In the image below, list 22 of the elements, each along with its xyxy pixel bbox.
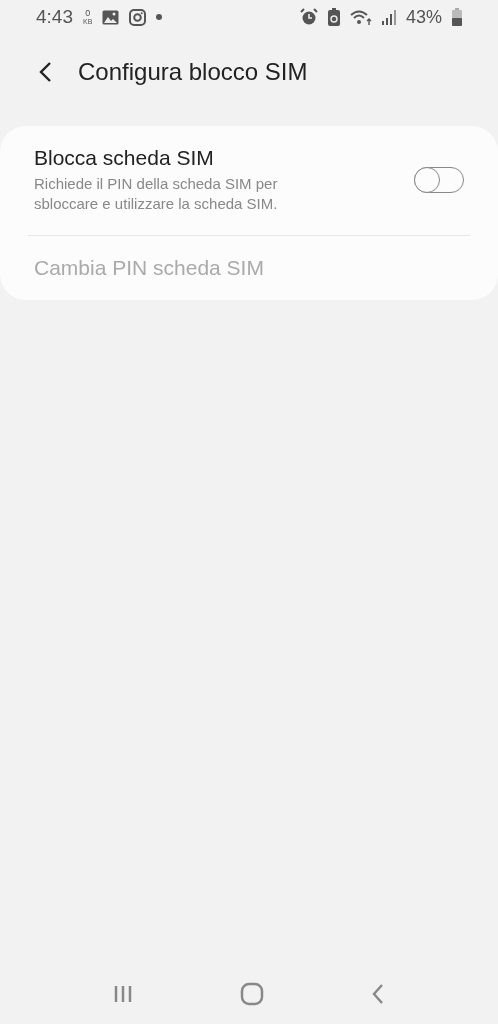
recent-apps-button[interactable] xyxy=(113,984,134,1004)
back-icon xyxy=(370,983,385,1005)
wifi-icon xyxy=(349,8,372,26)
home-button[interactable] xyxy=(240,982,264,1006)
gallery-icon xyxy=(102,9,120,25)
camera-icon xyxy=(129,8,147,26)
setting-title: Blocca scheda SIM xyxy=(34,146,215,170)
status-time: 4:43 xyxy=(36,6,73,28)
alarm-icon xyxy=(299,8,318,26)
home-icon xyxy=(240,982,264,1006)
back-icon xyxy=(38,61,52,83)
signal-icon xyxy=(381,9,396,25)
recent-apps-icon xyxy=(113,984,134,1004)
toggle-switch[interactable] xyxy=(414,167,464,194)
network-speed-value: 0 xyxy=(85,9,91,18)
battery-icon xyxy=(452,8,462,26)
back-nav-button[interactable] xyxy=(370,983,385,1005)
battery-saver-icon xyxy=(327,8,340,26)
battery-percentage: 43% xyxy=(405,6,442,28)
setting-summary: Richiede il PIN della scheda SIM per sbloccare e utilizzare la scheda SIM. xyxy=(34,174,279,215)
page-title: Configura blocco SIM xyxy=(78,58,308,86)
notification-dot-icon xyxy=(156,14,163,20)
